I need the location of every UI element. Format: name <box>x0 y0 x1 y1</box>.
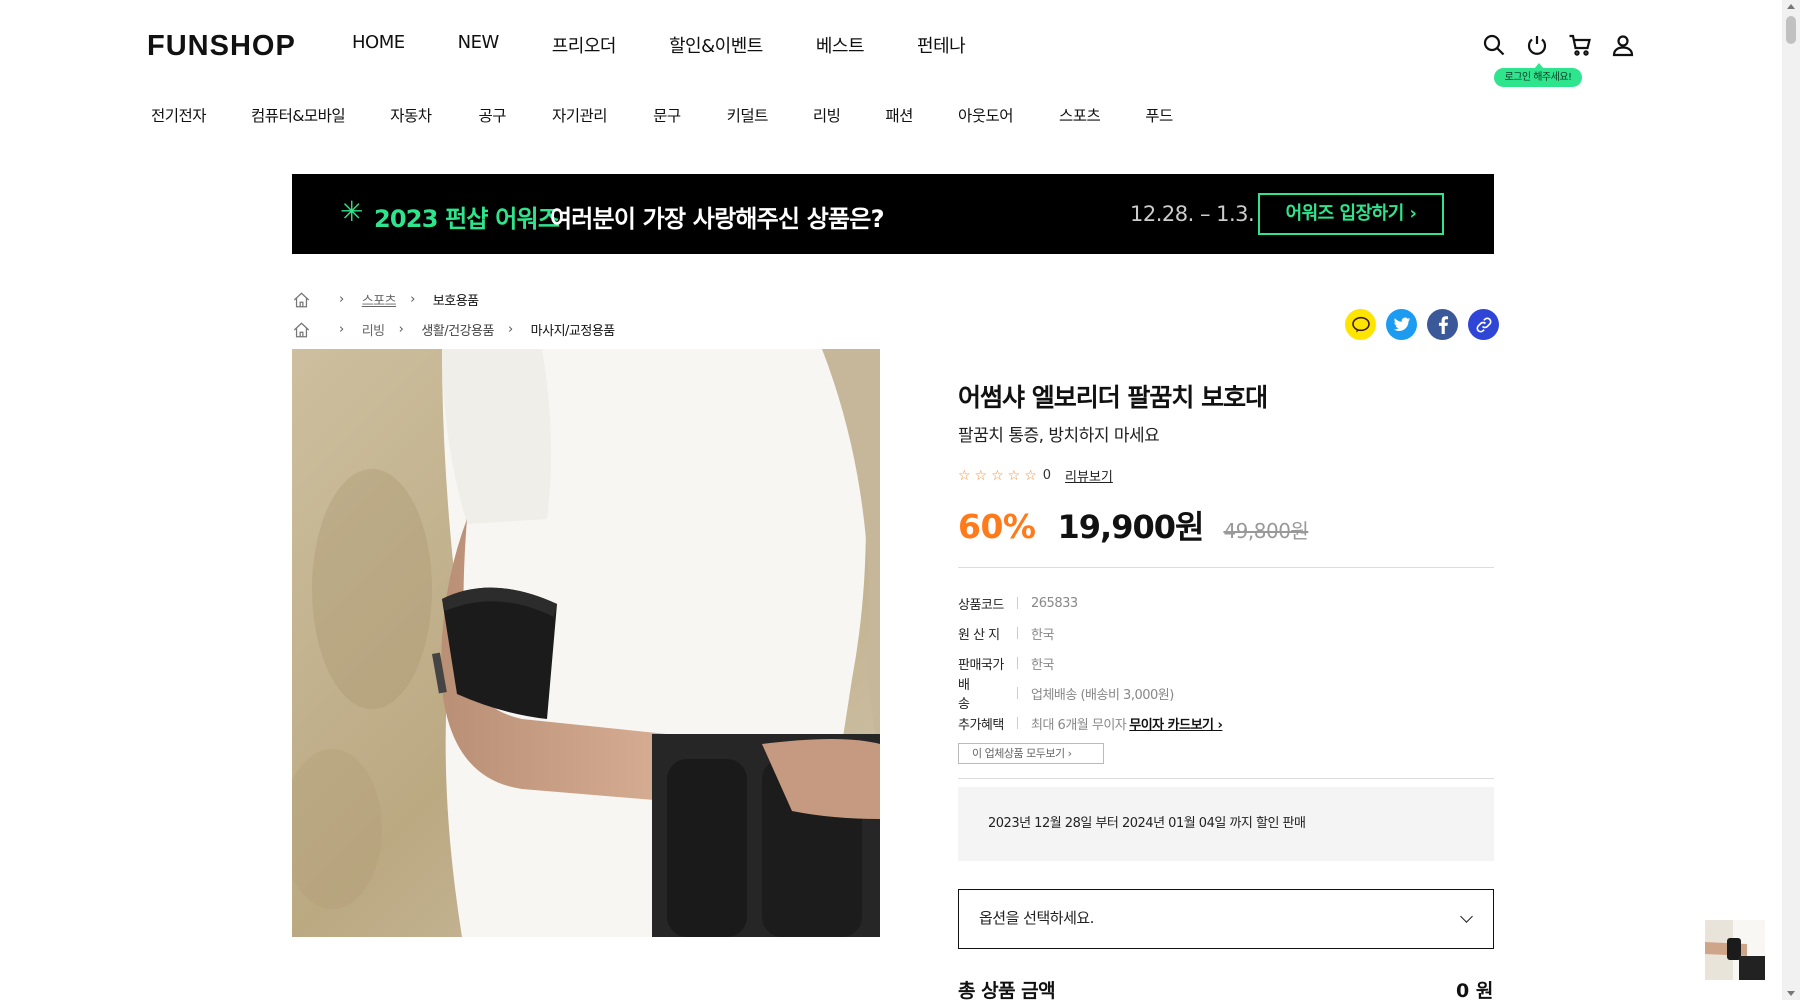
category-living[interactable]: 리빙 <box>813 104 841 126</box>
original-price: 49,800원 <box>1223 519 1309 543</box>
divider <box>958 778 1494 779</box>
cart-icon[interactable] <box>1568 33 1592 57</box>
price-block: 60% 19,900원 49,800원 <box>958 502 1309 548</box>
chevron-right-icon: › <box>398 322 404 337</box>
breadcrumb-health[interactable]: 생활/건강용품 <box>421 320 494 339</box>
banner-date: 12.28. – 1.3. <box>1130 202 1255 226</box>
breadcrumb-living[interactable]: 리빙 <box>362 320 385 339</box>
total-value: 0 원 <box>1456 980 1494 1000</box>
spec-key: 판매국가 <box>958 657 1004 673</box>
scroll-down-icon[interactable] <box>1787 991 1795 996</box>
scroll-thumb[interactable] <box>1786 16 1796 44</box>
utility-icons <box>1482 33 1635 57</box>
spec-key: 추가혜택 <box>958 717 1004 733</box>
spec-key: 배 송 <box>958 678 995 712</box>
category-computer-mobile[interactable]: 컴퓨터&모바일 <box>251 104 346 126</box>
spec-value: 한국 <box>1031 627 1054 643</box>
category-outdoor[interactable]: 아웃도어 <box>958 104 1014 126</box>
login-tooltip[interactable]: 로그인 해주세요! <box>1494 63 1582 87</box>
category-sports[interactable]: 스포츠 <box>1059 104 1101 126</box>
spec-row: 추가혜택 최대 6개월 무이자 무이자 카드보기 › <box>958 708 1223 738</box>
user-icon[interactable] <box>1611 33 1635 57</box>
discount-rate: 60% <box>958 507 1036 546</box>
category-kidult[interactable]: 키덜트 <box>727 104 769 126</box>
breadcrumb-protective-gear[interactable]: 보호용품 <box>433 290 479 309</box>
category-food[interactable]: 푸드 <box>1145 104 1173 126</box>
category-nav: 전기전자 컴퓨터&모바일 자동차 공구 자기관리 문구 키덜트 리빙 패션 아웃… <box>151 104 1173 126</box>
nav-funtenna[interactable]: 펀테나 <box>917 32 966 58</box>
spec-row: 상품코드 265833 <box>958 588 1222 618</box>
facebook-icon[interactable] <box>1427 309 1458 340</box>
search-icon[interactable] <box>1482 33 1506 57</box>
awards-banner[interactable]: ✳ 2023 펀샵 어워즈 여러분이 가장 사랑해주신 상품은? 12.28. … <box>292 174 1494 254</box>
kakao-icon[interactable] <box>1345 309 1376 340</box>
share-buttons <box>1345 309 1499 340</box>
review-link[interactable]: 리뷰보기 <box>1065 466 1113 485</box>
recent-item-thumbnail[interactable] <box>1705 920 1765 980</box>
site-logo[interactable]: FUNSHOP <box>147 30 296 63</box>
nav-home[interactable]: HOME <box>352 32 405 58</box>
twitter-icon[interactable] <box>1386 309 1417 340</box>
product-specs: 상품코드 265833 원 산 지 한국 판매국가 한국 배 송 업체배송 (배… <box>958 588 1223 738</box>
chevron-right-icon: › <box>339 322 344 337</box>
scroll-up-icon[interactable] <box>1787 4 1795 9</box>
spec-key: 상품코드 <box>958 597 1004 613</box>
spec-value: 최대 6개월 무이자 무이자 카드보기 › <box>1031 714 1223 733</box>
category-tools[interactable]: 공구 <box>478 104 506 126</box>
link-icon[interactable] <box>1468 309 1499 340</box>
category-self-care[interactable]: 자기관리 <box>552 104 608 126</box>
rating: ☆☆☆☆☆ 0 리뷰보기 <box>958 466 1113 486</box>
total-label: 총 상품 금액 <box>958 980 1056 1000</box>
spec-row: 원 산 지 한국 <box>958 618 1222 648</box>
vendor-all-products-button[interactable]: 이 업체상품 모두보기 › <box>958 743 1104 764</box>
category-car[interactable]: 자동차 <box>390 104 432 126</box>
breadcrumb-sports[interactable]: 스포츠 <box>362 290 397 309</box>
nav-sale-event[interactable]: 할인&이벤트 <box>669 32 763 58</box>
sale-period-notice: 2023년 12월 28일 부터 2024년 01월 04일 까지 할인 판매 <box>958 787 1494 861</box>
home-icon[interactable] <box>292 291 311 309</box>
awards-enter-button[interactable]: 어워즈 입장하기 › <box>1258 193 1444 235</box>
chevron-down-icon <box>1460 910 1473 923</box>
spec-value: 업체배송 (배송비 3,000원) <box>1031 687 1174 703</box>
chevron-right-icon: › <box>507 322 513 337</box>
breadcrumb-massage[interactable]: 마사지/교정용품 <box>531 320 616 339</box>
home-icon[interactable] <box>292 321 311 339</box>
nav-preorder[interactable]: 프리오더 <box>552 32 617 58</box>
page-scrollbar[interactable] <box>1782 0 1800 1000</box>
divider <box>958 567 1494 568</box>
product-title: 어썸샤 엘보리더 팔꿈치 보호대 <box>958 383 1268 412</box>
breadcrumb: › 스포츠 › 보호용품 <box>292 290 479 309</box>
spec-row: 배 송 업체배송 (배송비 3,000원) <box>958 678 1222 712</box>
chevron-right-icon: › <box>410 292 415 307</box>
spec-value: 한국 <box>1031 657 1054 673</box>
nav-best[interactable]: 베스트 <box>816 32 865 58</box>
installment-card-link[interactable]: 무이자 카드보기 › <box>1129 718 1223 733</box>
sparkle-icon: ✳ <box>340 195 364 228</box>
spec-key: 원 산 지 <box>958 627 1000 643</box>
review-count: 0 <box>1042 468 1052 483</box>
installment-text: 최대 6개월 무이자 <box>1031 717 1127 733</box>
banner-text: 여러분이 가장 사랑해주신 상품은? <box>550 205 885 233</box>
option-placeholder: 옵션을 선택하세요. <box>979 909 1094 927</box>
category-electronics[interactable]: 전기전자 <box>151 104 207 126</box>
sale-price: 19,900원 <box>1057 508 1205 546</box>
category-stationery[interactable]: 문구 <box>653 104 681 126</box>
product-subtitle: 팔꿈치 통증, 방치하지 마세요 <box>958 426 1160 446</box>
breadcrumb: › 리빙 › 생활/건강용품 › 마사지/교정용품 <box>292 320 615 339</box>
category-fashion[interactable]: 패션 <box>885 104 913 126</box>
product-image[interactable] <box>292 349 880 937</box>
chevron-right-icon: › <box>339 292 344 307</box>
spec-value: 265833 <box>1031 595 1078 611</box>
main-nav: HOME NEW 프리오더 할인&이벤트 베스트 펀테나 <box>352 32 1018 58</box>
banner-highlight: 2023 펀샵 어워즈 <box>374 205 560 233</box>
star-rating-icon: ☆☆☆☆☆ <box>958 467 1041 484</box>
option-select[interactable]: 옵션을 선택하세요. <box>958 889 1494 949</box>
power-icon[interactable] <box>1525 33 1549 57</box>
nav-new[interactable]: NEW <box>458 32 500 58</box>
